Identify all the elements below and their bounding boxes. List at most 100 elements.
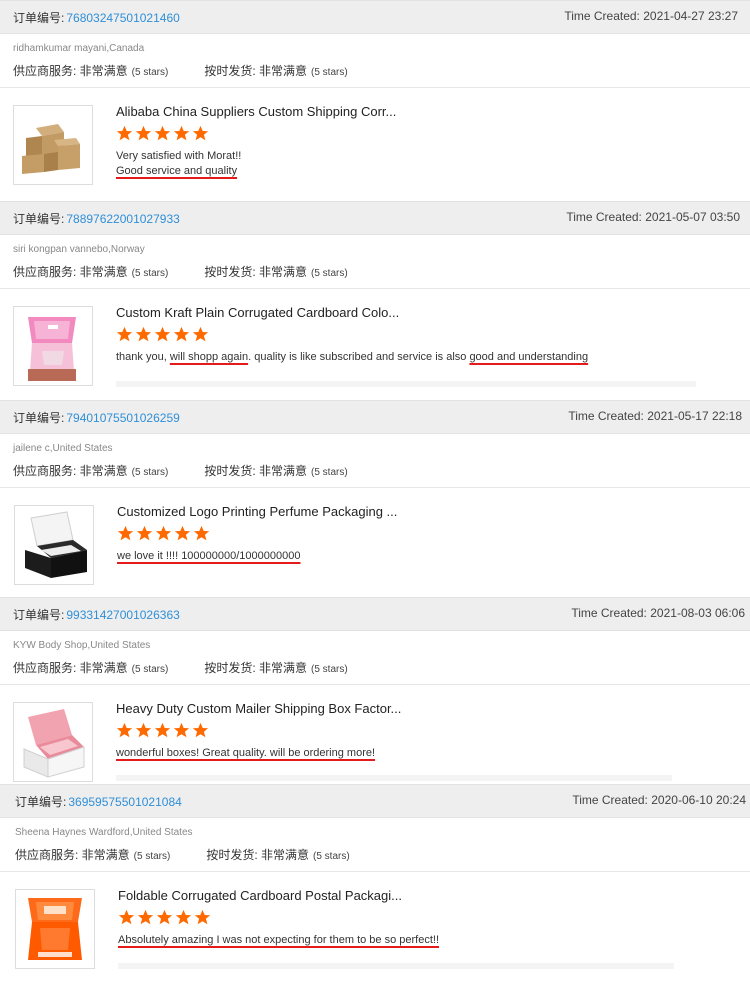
star-icon — [154, 326, 171, 342]
shipping-stars: (5 stars) — [313, 851, 350, 862]
divider — [0, 684, 750, 685]
pink-white-mailer-box-image — [14, 703, 92, 781]
star-icon — [194, 909, 211, 925]
service-ratings: 供应商服务: 非常满意 (5 stars) 按时发货: 非常满意 (5 stars) — [13, 263, 348, 280]
order-number-label: 订单编号: — [13, 212, 65, 226]
time-created-value: 2021-05-17 22:18 — [647, 409, 742, 423]
product-title[interactable]: Customized Logo Printing Perfume Packagi… — [117, 504, 397, 519]
product-thumbnail[interactable] — [14, 505, 94, 585]
order-id-link[interactable]: 79401075501026259 — [66, 411, 179, 425]
kraft-boxes-image — [14, 106, 92, 184]
product-title[interactable]: Heavy Duty Custom Mailer Shipping Box Fa… — [116, 701, 401, 716]
review-card: 订单编号: 76803247501021460 Time Created: 202… — [0, 0, 750, 200]
divider — [116, 775, 672, 781]
product-thumbnail[interactable] — [13, 702, 93, 782]
order-number-label: 订单编号: — [13, 608, 65, 622]
time-created-value: 2020-06-10 20:24 — [651, 793, 746, 807]
shipping-label: 按时发货: 非常满意 — [204, 265, 308, 279]
supplier-service-label: 供应商服务: 非常满意 — [13, 661, 128, 675]
star-icon — [175, 909, 192, 925]
order-id-link[interactable]: 36959575501021084 — [68, 795, 181, 809]
product-title[interactable]: Custom Kraft Plain Corrugated Cardboard … — [116, 305, 399, 320]
order-number-label: 订单编号: — [13, 411, 65, 425]
product-thumbnail[interactable] — [15, 889, 95, 969]
order-number-label: 订单编号: — [13, 11, 65, 25]
shipping-stars: (5 stars) — [311, 268, 348, 279]
order-number-label: 订单编号: — [15, 795, 67, 809]
order-number: 订单编号: 99331427001026363 — [13, 606, 180, 623]
star-icon — [136, 525, 153, 541]
order-id-link[interactable]: 76803247501021460 — [66, 11, 179, 25]
star-icon — [173, 722, 190, 738]
review-comment-highlight: Good service and quality — [116, 165, 238, 177]
review-comment: wonderful boxes! Great quality. will be … — [116, 747, 375, 759]
shipping-label: 按时发货: 非常满意 — [204, 661, 308, 675]
shipping-stars: (5 stars) — [311, 67, 348, 78]
star-rating — [116, 722, 209, 739]
star-icon — [192, 722, 209, 738]
divider — [118, 963, 674, 969]
star-icon — [173, 326, 190, 342]
time-created: Time Created: 2020-06-10 20:24 — [572, 793, 746, 807]
shipping-label: 按时发货: 非常满意 — [204, 464, 308, 478]
star-icon — [154, 722, 171, 738]
buyer-name: KYW Body Shop,United States — [13, 640, 151, 651]
divider — [0, 288, 750, 289]
review-card: 订单编号: 99331427001026363 Time Created: 202… — [0, 597, 750, 785]
shipping-label: 按时发货: 非常满意 — [204, 64, 308, 78]
service-ratings: 供应商服务: 非常满意 (5 stars) 按时发货: 非常满意 (5 stars) — [13, 62, 348, 79]
shipping-stars: (5 stars) — [311, 664, 348, 675]
product-thumbnail[interactable] — [13, 105, 93, 185]
supplier-service-label: 供应商服务: 非常满意 — [13, 464, 128, 478]
star-icon — [173, 125, 190, 141]
shipping-label: 按时发货: 非常满意 — [206, 848, 310, 862]
divider — [0, 871, 750, 872]
buyer-name: jailene c,United States — [13, 443, 113, 454]
product-title[interactable]: Foldable Corrugated Cardboard Postal Pac… — [118, 888, 402, 903]
order-id-link[interactable]: 78897622001027933 — [66, 212, 179, 226]
star-icon — [135, 125, 152, 141]
order-number: 订单编号: 76803247501021460 — [13, 9, 180, 26]
comment-highlight: Absolutely amazing I was not expecting f… — [118, 934, 440, 946]
star-icon — [156, 909, 173, 925]
product-thumbnail[interactable] — [13, 306, 93, 386]
comment-highlight: wonderful boxes! Great quality. will be … — [116, 747, 376, 759]
star-icon — [155, 525, 172, 541]
star-icon — [116, 326, 133, 342]
time-created: Time Created: 2021-05-17 22:18 — [568, 409, 742, 423]
order-id-link[interactable]: 99331427001026363 — [66, 608, 179, 622]
star-rating — [118, 909, 211, 926]
time-created-value: 2021-04-27 23:27 — [643, 9, 738, 23]
review-card: 订单编号: 36959575501021084 Time Created: 202… — [0, 784, 750, 1000]
product-title[interactable]: Alibaba China Suppliers Custom Shipping … — [116, 104, 396, 119]
star-icon — [192, 326, 209, 342]
order-header: 订单编号: 76803247501021460 Time Created: 202… — [0, 0, 750, 34]
time-created-value: 2021-08-03 06:06 — [650, 606, 745, 620]
review-card: 订单编号: 78897622001027933 Time Created: 202… — [0, 201, 750, 399]
order-header: 订单编号: 36959575501021084 Time Created: 202… — [0, 784, 750, 818]
comment-highlight: we love it !!!! 100000000/1000000000 — [117, 550, 301, 562]
time-created: Time Created: 2021-05-07 03:50 — [566, 210, 740, 224]
supplier-service-stars: (5 stars) — [133, 851, 171, 862]
time-created: Time Created: 2021-08-03 06:06 — [571, 606, 745, 620]
service-ratings: 供应商服务: 非常满意 (5 stars) 按时发货: 非常满意 (5 stars) — [13, 462, 348, 479]
order-number: 订单编号: 36959575501021084 — [15, 793, 182, 810]
star-icon — [174, 525, 191, 541]
pink-mailer-box-image — [14, 307, 92, 385]
time-created-label: Time Created: — [568, 409, 644, 423]
star-icon — [116, 125, 133, 141]
supplier-service-label: 供应商服务: 非常满意 — [13, 64, 128, 78]
star-icon — [117, 525, 134, 541]
divider — [0, 87, 750, 88]
order-number: 订单编号: 78897622001027933 — [13, 210, 180, 227]
buyer-name: Sheena Haynes Wardford,United States — [15, 827, 193, 838]
order-number: 订单编号: 79401075501026259 — [13, 409, 180, 426]
order-header: 订单编号: 78897622001027933 Time Created: 202… — [0, 201, 750, 235]
supplier-service-label: 供应商服务: 非常满意 — [15, 848, 130, 862]
star-icon — [118, 909, 135, 925]
divider — [116, 381, 696, 387]
star-icon — [135, 722, 152, 738]
star-icon — [192, 125, 209, 141]
time-created-label: Time Created: — [572, 793, 648, 807]
star-icon — [154, 125, 171, 141]
